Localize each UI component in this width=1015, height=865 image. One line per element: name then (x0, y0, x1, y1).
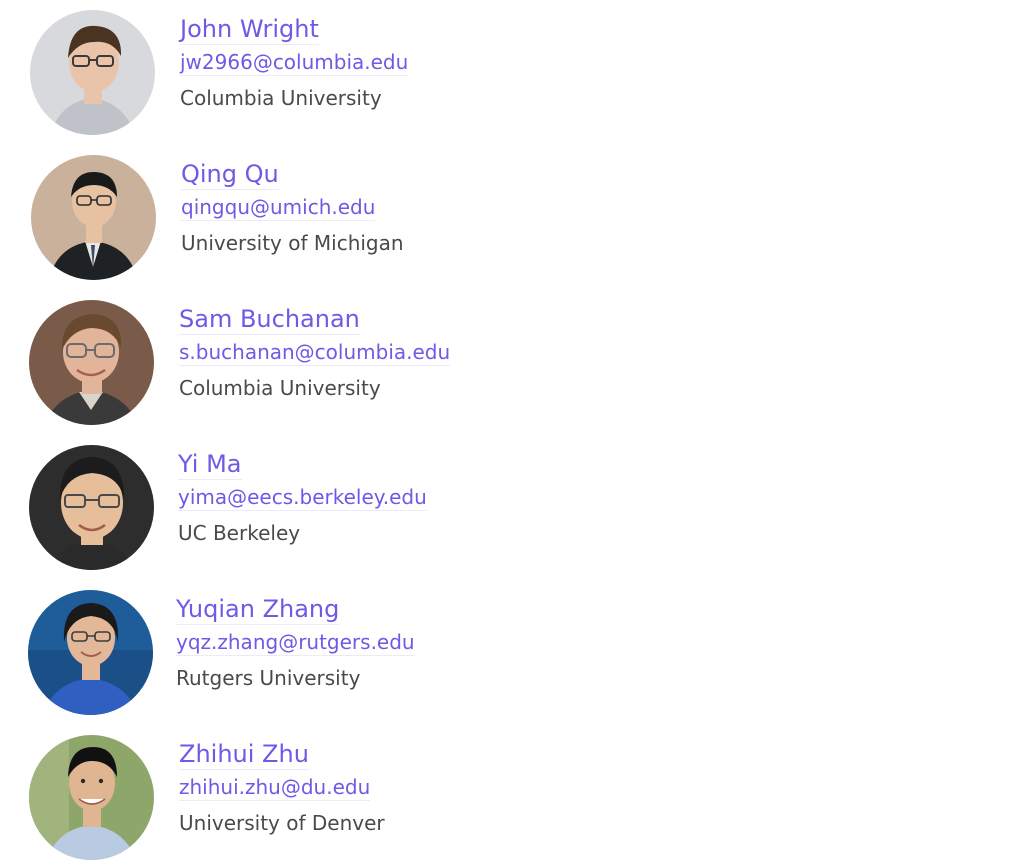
avatar (29, 300, 154, 425)
person-affiliation: Columbia University (180, 86, 382, 110)
avatar (30, 10, 155, 135)
person-card: Yi Ma yima@eecs.berkeley.edu UC Berkeley (0, 445, 1015, 575)
person-email-link[interactable]: yqz.zhang@rutgers.edu (176, 630, 415, 656)
avatar-portrait (29, 735, 154, 860)
avatar (29, 735, 154, 860)
person-affiliation: University of Denver (179, 811, 385, 835)
person-name-link[interactable]: Zhihui Zhu (179, 739, 309, 770)
person-affiliation: UC Berkeley (178, 521, 301, 545)
avatar-portrait (30, 10, 155, 135)
person-name-link[interactable]: John Wright (180, 14, 319, 45)
person-name-link[interactable]: Qing Qu (181, 159, 279, 190)
person-info: Yuqian Zhang yqz.zhang@rutgers.edu Rutge… (176, 594, 415, 691)
person-affiliation: Columbia University (179, 376, 381, 400)
person-email-link[interactable]: yima@eecs.berkeley.edu (178, 485, 427, 511)
person-name-link[interactable]: Sam Buchanan (179, 304, 360, 335)
person-card: Zhihui Zhu zhihui.zhu@du.edu University … (0, 735, 1015, 865)
avatar (31, 155, 156, 280)
person-name-link[interactable]: Yuqian Zhang (176, 594, 340, 625)
avatar (28, 590, 153, 715)
avatar-portrait (29, 445, 154, 570)
person-affiliation: University of Michigan (181, 231, 404, 255)
person-email-link[interactable]: s.buchanan@columbia.edu (179, 340, 451, 366)
avatar-portrait (28, 590, 153, 715)
person-card: Sam Buchanan s.buchanan@columbia.edu Col… (0, 300, 1015, 430)
avatar-portrait (31, 155, 156, 280)
person-email-link[interactable]: zhihui.zhu@du.edu (179, 775, 371, 801)
person-affiliation: Rutgers University (176, 666, 361, 690)
person-info: John Wright jw2966@columbia.edu Columbia… (180, 14, 409, 111)
person-email-link[interactable]: jw2966@columbia.edu (180, 50, 409, 76)
avatar-portrait (29, 300, 154, 425)
person-name-link[interactable]: Yi Ma (178, 449, 242, 480)
person-email-link[interactable]: qingqu@umich.edu (181, 195, 376, 221)
person-card: John Wright jw2966@columbia.edu Columbia… (0, 10, 1015, 140)
person-card: Yuqian Zhang yqz.zhang@rutgers.edu Rutge… (0, 590, 1015, 720)
person-card: Qing Qu qingqu@umich.edu University of M… (0, 155, 1015, 285)
person-info: Sam Buchanan s.buchanan@columbia.edu Col… (179, 304, 451, 401)
avatar (29, 445, 154, 570)
person-info: Zhihui Zhu zhihui.zhu@du.edu University … (179, 739, 385, 836)
person-info: Yi Ma yima@eecs.berkeley.edu UC Berkeley (178, 449, 427, 546)
person-info: Qing Qu qingqu@umich.edu University of M… (181, 159, 404, 256)
